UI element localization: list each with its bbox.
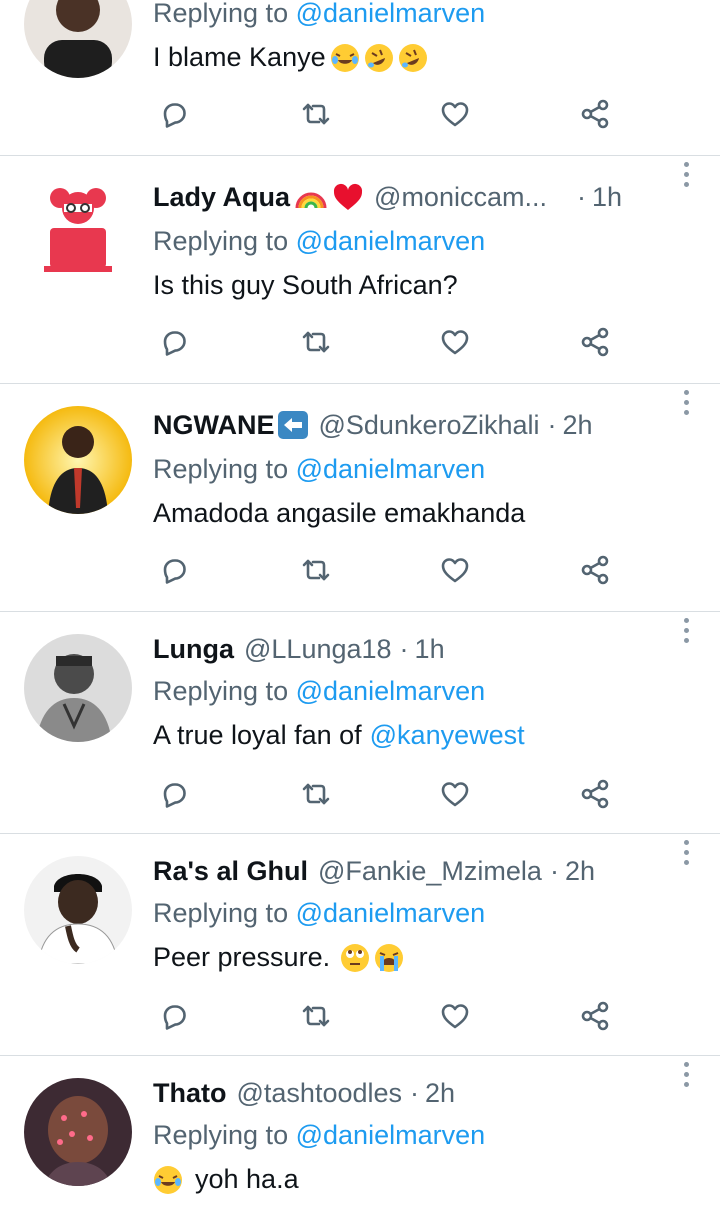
like-icon[interactable] bbox=[435, 94, 475, 134]
more-icon[interactable] bbox=[682, 1062, 690, 1092]
avatar[interactable] bbox=[24, 406, 132, 514]
tweet-header: NGWANE @SdunkeroZikhali · 2h bbox=[153, 409, 593, 441]
timestamp[interactable]: 1h bbox=[592, 182, 622, 213]
timestamp[interactable]: 1h bbox=[415, 634, 445, 665]
display-name[interactable]: Ra's al Ghul bbox=[153, 856, 308, 887]
more-icon[interactable] bbox=[682, 618, 690, 648]
share-icon[interactable] bbox=[575, 322, 615, 362]
share-icon[interactable] bbox=[575, 996, 615, 1036]
avatar[interactable] bbox=[24, 1078, 132, 1186]
replying-to: Replying to @danielmarven bbox=[153, 1120, 486, 1150]
replying-to: Replying to @danielmarven bbox=[153, 226, 486, 256]
share-icon[interactable] bbox=[575, 774, 615, 814]
user-handle[interactable]: @moniccam... bbox=[374, 182, 547, 213]
more-icon[interactable] bbox=[682, 840, 690, 870]
retweet-icon[interactable] bbox=[296, 774, 336, 814]
user-handle[interactable]: @SdunkeroZikhali bbox=[319, 410, 540, 441]
tweet-card[interactable]: Replying to @danielmarven I blame Kanye bbox=[0, 0, 720, 156]
tweet-actions bbox=[0, 550, 720, 590]
reply-icon[interactable] bbox=[154, 322, 194, 362]
tweet-actions bbox=[0, 996, 720, 1036]
tweet-card[interactable]: Ra's al Ghul @Fankie_Mzimela · 2h Replyi… bbox=[0, 834, 720, 1056]
reply-icon[interactable] bbox=[154, 550, 194, 590]
timestamp[interactable]: 2h bbox=[565, 856, 595, 887]
mention-link[interactable]: @danielmarven bbox=[296, 454, 486, 484]
tweet-text: Peer pressure. bbox=[153, 942, 404, 973]
retweet-icon[interactable] bbox=[296, 94, 336, 134]
mention-link[interactable]: @kanyewest bbox=[370, 720, 525, 751]
tweet-text: Is this guy South African? bbox=[153, 270, 458, 300]
tweet-actions bbox=[0, 94, 720, 134]
replying-to: Replying to @danielmarven bbox=[153, 454, 486, 484]
share-icon[interactable] bbox=[575, 94, 615, 134]
display-name[interactable]: Lunga bbox=[153, 634, 234, 665]
timestamp[interactable]: 2h bbox=[563, 410, 593, 441]
joy-emoji-icon bbox=[330, 43, 359, 72]
rolling-eyes-emoji-icon bbox=[341, 943, 370, 972]
mention-link[interactable]: @danielmarven bbox=[296, 898, 486, 928]
tweet-text: yoh ha.a bbox=[153, 1164, 299, 1195]
display-name[interactable]: Thato bbox=[153, 1078, 227, 1109]
like-icon[interactable] bbox=[435, 550, 475, 590]
avatar[interactable] bbox=[24, 0, 132, 78]
left-arrow-emoji-icon bbox=[277, 410, 309, 440]
like-icon[interactable] bbox=[435, 996, 475, 1036]
rofl-emoji-icon bbox=[398, 43, 427, 72]
avatar[interactable] bbox=[24, 856, 132, 964]
replying-to: Replying to @danielmarven bbox=[153, 676, 486, 706]
rofl-emoji-icon bbox=[364, 43, 393, 72]
share-icon[interactable] bbox=[575, 550, 615, 590]
tweet-card[interactable]: Lunga @LLunga18 · 1h Replying to @daniel… bbox=[0, 612, 720, 834]
reply-icon[interactable] bbox=[154, 774, 194, 814]
tweet-header: Ra's al Ghul @Fankie_Mzimela · 2h bbox=[153, 855, 595, 887]
tweet-header: Lady Aqua @moniccam... · 1h bbox=[153, 181, 623, 213]
like-icon[interactable] bbox=[435, 774, 475, 814]
tweet-actions bbox=[0, 774, 720, 814]
rainbow-emoji-icon bbox=[294, 182, 328, 212]
tweet-card[interactable]: Lady Aqua @moniccam... · 1h Replying to … bbox=[0, 156, 720, 384]
tweet-text: A true loyal fan of @kanyewest bbox=[153, 720, 525, 751]
replying-to: Replying to @danielmarven bbox=[153, 898, 486, 928]
joy-emoji-icon bbox=[154, 1165, 182, 1194]
mention-link[interactable]: @danielmarven bbox=[296, 1120, 486, 1150]
display-name[interactable]: NGWANE bbox=[153, 410, 275, 441]
more-icon[interactable] bbox=[682, 390, 690, 420]
crying-emoji-icon bbox=[375, 943, 404, 972]
tweet-header: Lunga @LLunga18 · 1h bbox=[153, 633, 445, 665]
tweet-actions bbox=[0, 322, 720, 362]
replying-to: Replying to @danielmarven bbox=[153, 0, 486, 28]
reply-icon[interactable] bbox=[154, 996, 194, 1036]
user-handle[interactable]: @Fankie_Mzimela bbox=[318, 856, 542, 887]
retweet-icon[interactable] bbox=[296, 550, 336, 590]
user-handle[interactable]: @tashtoodles bbox=[237, 1078, 403, 1109]
retweet-icon[interactable] bbox=[296, 996, 336, 1036]
avatar[interactable] bbox=[24, 634, 132, 742]
mention-link[interactable]: @danielmarven bbox=[296, 0, 486, 28]
tweet-card[interactable]: NGWANE @SdunkeroZikhali · 2h Replying to… bbox=[0, 384, 720, 612]
timestamp[interactable]: 2h bbox=[425, 1078, 455, 1109]
mention-link[interactable]: @danielmarven bbox=[296, 226, 486, 256]
avatar[interactable] bbox=[24, 178, 132, 286]
more-icon[interactable] bbox=[682, 162, 690, 192]
reply-icon[interactable] bbox=[154, 94, 194, 134]
tweet-text: I blame Kanye bbox=[153, 42, 428, 73]
retweet-icon[interactable] bbox=[296, 322, 336, 362]
tweet-header: Thato @tashtoodles · 2h bbox=[153, 1077, 456, 1109]
tweet-text: Amadoda angasile emakhanda bbox=[153, 498, 526, 528]
red-heart-icon bbox=[332, 182, 364, 212]
display-name[interactable]: Lady Aqua bbox=[153, 182, 290, 213]
tweet-card[interactable]: Thato @tashtoodles · 2h Replying to @dan… bbox=[0, 1056, 720, 1217]
mention-link[interactable]: @danielmarven bbox=[296, 676, 486, 706]
user-handle[interactable]: @LLunga18 bbox=[244, 634, 392, 665]
like-icon[interactable] bbox=[435, 322, 475, 362]
